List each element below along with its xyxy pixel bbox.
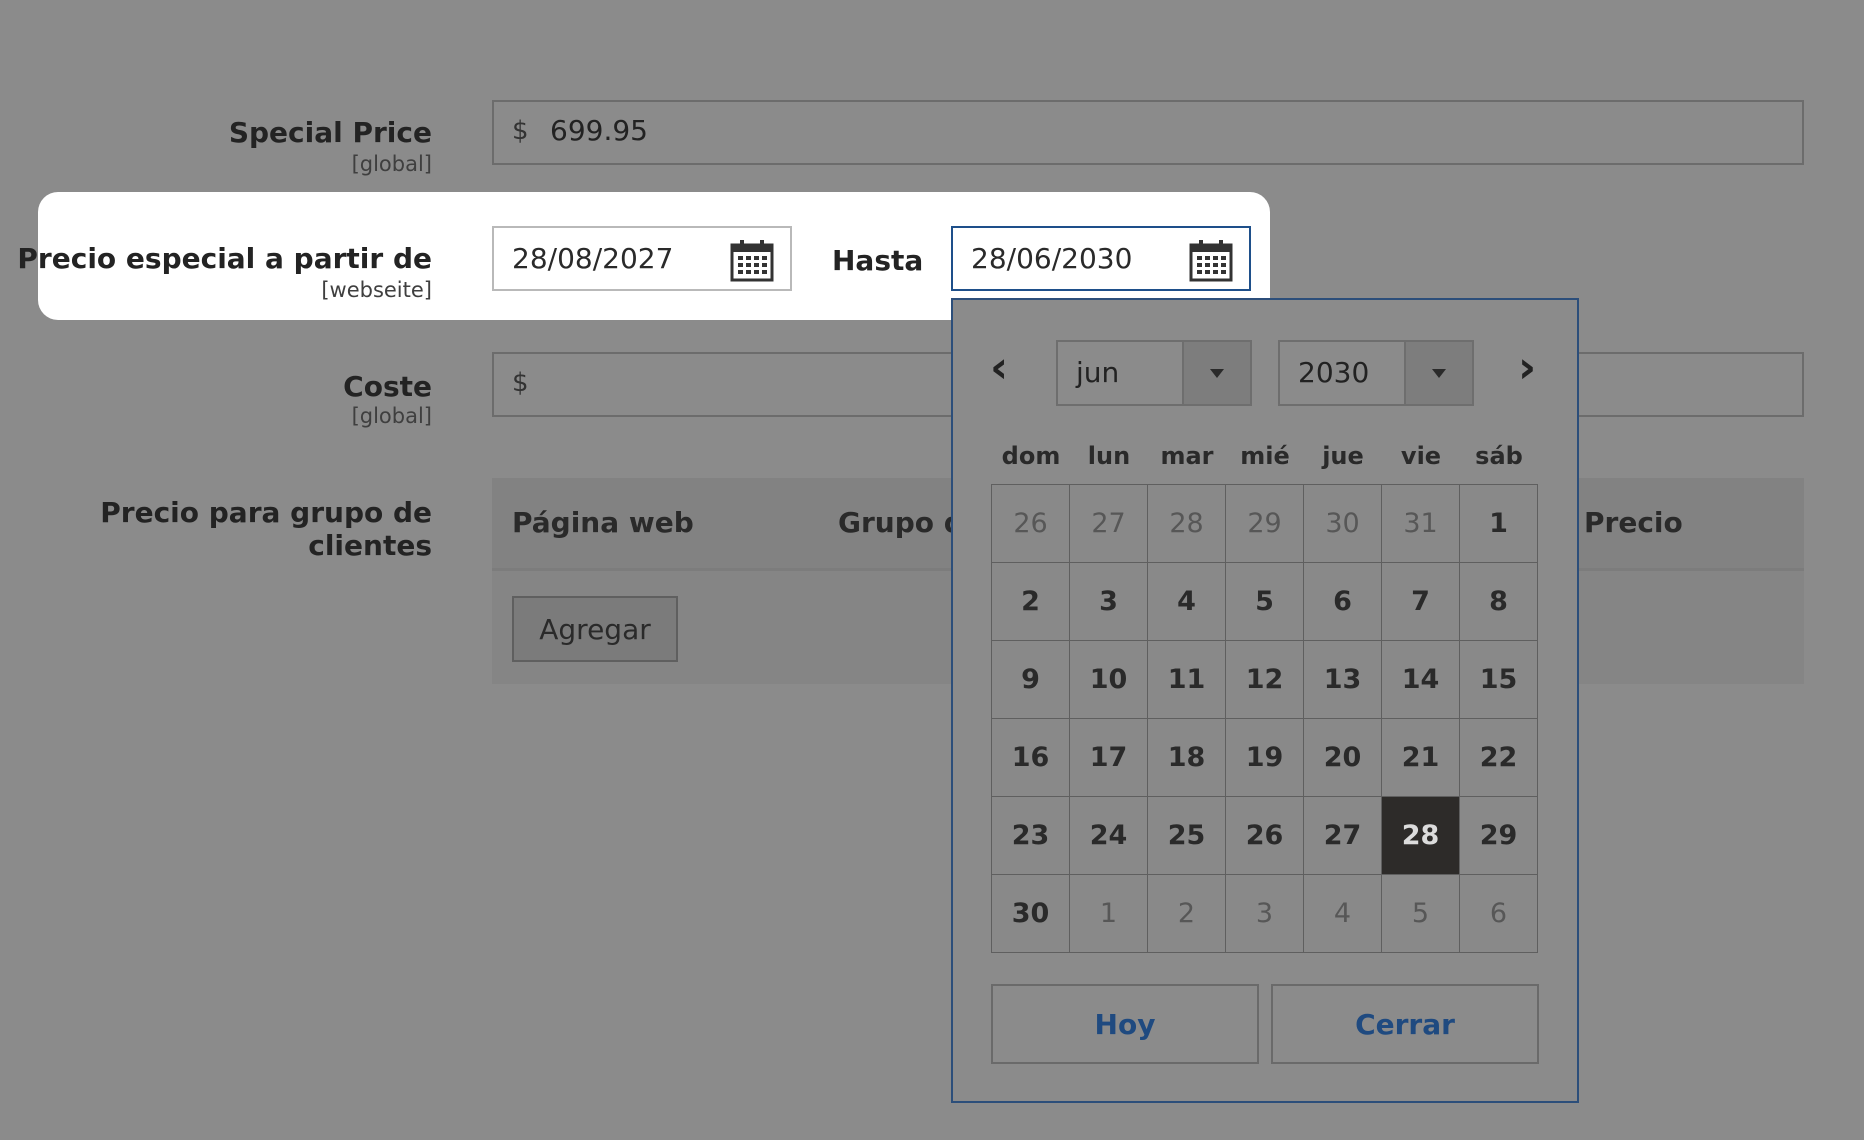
special-to-date-input[interactable]: 28/06/2030 [951, 226, 1251, 291]
special-to-date-value: 28/06/2030 [971, 242, 1133, 275]
special-to-label: Hasta [832, 244, 924, 277]
calendar-day[interactable]: 19 [1226, 719, 1304, 797]
calendar-day[interactable]: 8 [1460, 563, 1538, 641]
special-from-label: Precio especial a partir de [17, 242, 432, 275]
month-select-value: jun [1076, 356, 1120, 389]
calendar-day[interactable]: 3 [1226, 875, 1304, 953]
weekday-label: mié [1240, 442, 1290, 470]
calendar-day[interactable]: 14 [1382, 641, 1460, 719]
special-from-date-value: 28/08/2027 [512, 242, 674, 275]
year-select[interactable]: 2030 [1278, 340, 1474, 406]
add-group-price-button[interactable]: Agregar [512, 596, 678, 662]
calendar-day[interactable]: 30 [1304, 485, 1382, 563]
calendar-day[interactable]: 27 [1070, 485, 1148, 563]
today-button[interactable]: Hoy [991, 984, 1259, 1064]
currency-symbol: $ [512, 368, 529, 398]
calendar-day[interactable]: 21 [1382, 719, 1460, 797]
cost-scope: [global] [351, 404, 432, 428]
calendar-day[interactable]: 5 [1382, 875, 1460, 953]
calendar-day[interactable]: 16 [992, 719, 1070, 797]
weekday-label: sáb [1475, 442, 1523, 470]
weekday-label: jue [1322, 442, 1364, 470]
column-price: Precio [1584, 506, 1683, 539]
calendar-day[interactable]: 27 [1304, 797, 1382, 875]
special-from-date-input[interactable]: 28/08/2027 [492, 226, 792, 291]
calendar-day[interactable]: 7 [1382, 563, 1460, 641]
calendar-day[interactable]: 5 [1226, 563, 1304, 641]
calendar-day[interactable]: 10 [1070, 641, 1148, 719]
calendar-day[interactable]: 9 [992, 641, 1070, 719]
group-price-label: Precio para grupo de clientes [100, 496, 432, 562]
calendar-day[interactable]: 1 [1070, 875, 1148, 953]
weekday-label: mar [1160, 442, 1214, 470]
weekday-label: dom [1001, 442, 1061, 470]
calendar-day[interactable]: 30 [992, 875, 1070, 953]
calendar-day[interactable]: 6 [1304, 563, 1382, 641]
calendar-day[interactable]: 17 [1070, 719, 1148, 797]
calendar-day[interactable]: 20 [1304, 719, 1382, 797]
calendar-day[interactable]: 3 [1070, 563, 1148, 641]
chevron-down-icon[interactable] [1404, 342, 1472, 404]
calendar-icon[interactable] [730, 238, 774, 282]
calendar-icon[interactable] [1189, 238, 1233, 282]
calendar-day[interactable]: 4 [1148, 563, 1226, 641]
calendar-day[interactable]: 26 [1226, 797, 1304, 875]
calendar-day[interactable]: 24 [1070, 797, 1148, 875]
calendar-day[interactable]: 31 [1382, 485, 1460, 563]
special-from-scope: [webseite] [321, 278, 432, 302]
calendar-day[interactable]: 18 [1148, 719, 1226, 797]
weekday-label: vie [1400, 442, 1442, 470]
calendar-day[interactable]: 6 [1460, 875, 1538, 953]
calendar-day[interactable]: 25 [1148, 797, 1226, 875]
year-select-value: 2030 [1298, 356, 1370, 389]
special-price-label: Special Price [228, 116, 432, 149]
close-button[interactable]: Cerrar [1271, 984, 1539, 1064]
weekday-header: dom lun mar mié jue vie sáb [992, 442, 1538, 470]
calendar-day[interactable]: 29 [1226, 485, 1304, 563]
column-website: Página web [512, 506, 694, 539]
calendar-day[interactable]: 22 [1460, 719, 1538, 797]
calendar-day[interactable]: 12 [1226, 641, 1304, 719]
calendar-day[interactable]: 23 [992, 797, 1070, 875]
special-price-value: 699.95 [550, 114, 648, 147]
calendar-day[interactable]: 15 [1460, 641, 1538, 719]
next-month-button[interactable]: › [1518, 346, 1536, 390]
calendar-day[interactable]: 29 [1460, 797, 1538, 875]
currency-symbol: $ [512, 116, 529, 146]
calendar-day[interactable]: 2 [992, 563, 1070, 641]
calendar-day[interactable]: 26 [992, 485, 1070, 563]
prev-month-button[interactable]: ‹ [990, 346, 1008, 390]
weekday-label: lun [1087, 442, 1131, 470]
month-select[interactable]: jun [1056, 340, 1252, 406]
calendar-day[interactable]: 11 [1148, 641, 1226, 719]
calendar-day-grid: 26 27 28 29 30 31 1 2 3 4 5 6 7 8 9 10 11 12 13 14 15 16 17 18 1… [991, 484, 1538, 953]
calendar-day[interactable]: 4 [1304, 875, 1382, 953]
chevron-down-icon[interactable] [1182, 342, 1250, 404]
calendar-day[interactable]: 13 [1304, 641, 1382, 719]
calendar-day[interactable]: 1 [1460, 485, 1538, 563]
special-price-scope: [global] [351, 152, 432, 176]
special-price-input[interactable]: $ 699.95 [492, 100, 1804, 165]
calendar-day[interactable]: 2 [1148, 875, 1226, 953]
cost-label: Coste [343, 370, 432, 403]
calendar-day-selected[interactable]: 28 [1382, 797, 1460, 875]
calendar-day[interactable]: 28 [1148, 485, 1226, 563]
